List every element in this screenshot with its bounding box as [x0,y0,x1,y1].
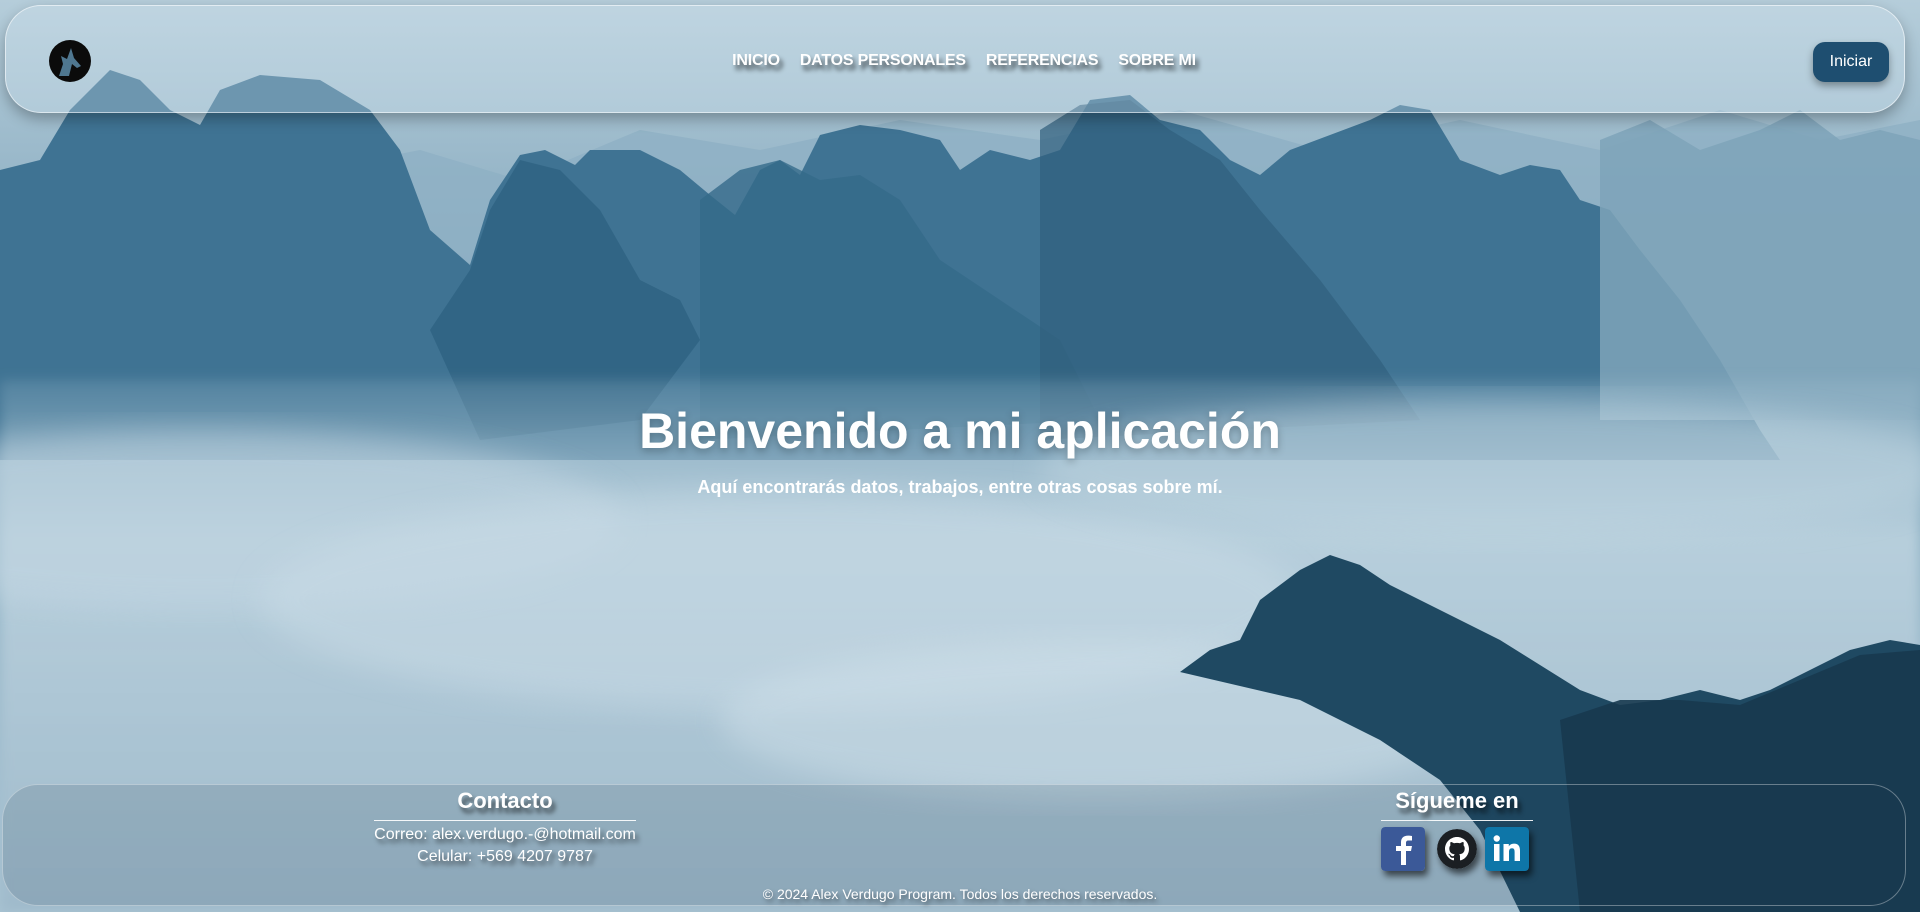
facebook-icon[interactable] [1381,827,1425,871]
contact-section: Contacto Correo: alex.verdugo.-@hotmail.… [374,788,636,866]
nav-link-inicio[interactable]: INICIO [732,52,780,70]
social-icons [1381,825,1533,873]
contact-email: Correo: alex.verdugo.-@hotmail.com [374,826,636,843]
hero-subtitle: Aquí encontrarás datos, trabajos, entre … [697,477,1223,497]
copyright-text: © 2024 Alex Verdugo Program. Todos los d… [762,886,1158,902]
main-nav: INICIO DATOS PERSONALES REFERENCIAS SOBR… [6,52,1904,70]
nav-link-sobre-mi[interactable]: SOBRE MI [1118,52,1196,70]
contact-phone: Celular: +569 4207 9787 [417,848,593,865]
social-title: Sígueme en [1381,788,1533,821]
social-section: Sígueme en [1381,788,1533,873]
top-navbar: INICIO DATOS PERSONALES REFERENCIAS SOBR… [5,5,1905,113]
contact-title: Contacto [374,788,636,821]
login-button[interactable]: Iniciar [1813,42,1889,82]
linkedin-icon[interactable] [1485,827,1529,871]
nav-link-referencias[interactable]: REFERENCIAS [986,52,1099,70]
hero-title: Bienvenido a mi aplicación [639,403,1281,459]
github-icon[interactable] [1437,829,1477,869]
nav-link-datos-personales[interactable]: DATOS PERSONALES [800,52,966,70]
